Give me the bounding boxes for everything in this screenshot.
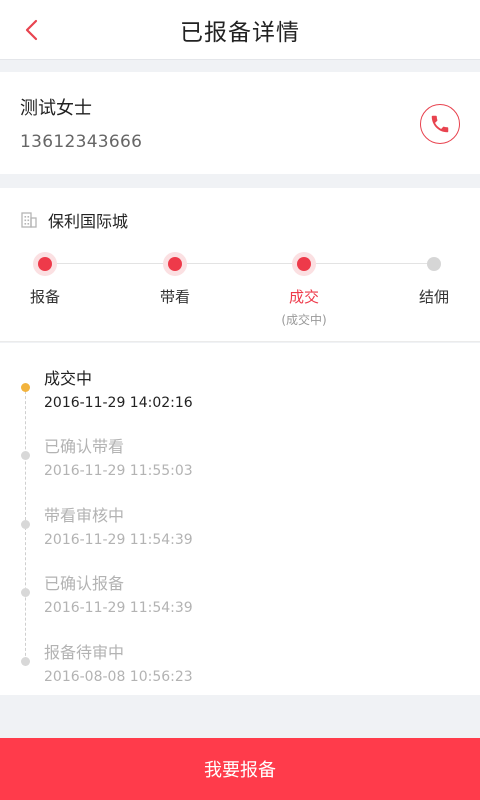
app-header: 已报备详情	[0, 0, 480, 60]
step-dot	[422, 252, 446, 276]
phone-icon	[431, 115, 449, 133]
report-button[interactable]: 我要报备	[0, 738, 480, 800]
timeline-title: 已确认带看	[44, 437, 125, 456]
call-button[interactable]	[420, 104, 460, 144]
status-timeline: 成交中 2016-11-29 14:02:16 已确认带看 2016-11-29…	[0, 343, 480, 695]
timeline-item: 成交中 2016-11-29 14:02:16	[0, 343, 480, 411]
step-label: 成交	[288, 288, 319, 306]
progress-card: 保利国际城 报备 带看 成交 (成交中) 结佣	[0, 188, 480, 342]
back-button[interactable]	[14, 12, 50, 48]
contact-phone: 13612343666	[20, 132, 143, 152]
step-chengjiao: 成交 (成交中)	[259, 252, 349, 328]
timeline-item: 已确认带看 2016-11-29 11:55:03	[0, 411, 480, 479]
step-daikan: 带看	[130, 252, 220, 307]
timeline-item: 报备待审中 2016-08-08 10:56:23	[0, 617, 480, 685]
step-jieyong: 结佣	[389, 252, 479, 307]
timeline-time: 2016-11-29 11:54:39	[44, 600, 193, 616]
timeline-time: 2016-11-29 11:54:39	[44, 532, 193, 548]
timeline-title: 报备待审中	[44, 643, 125, 662]
project-name: 保利国际城	[48, 212, 129, 231]
page-title: 已报备详情	[180, 19, 300, 46]
contact-name: 测试女士	[20, 98, 92, 119]
progress-track	[45, 263, 435, 264]
timeline-dot	[21, 383, 30, 392]
step-dot	[163, 252, 187, 276]
step-dot	[33, 252, 57, 276]
project-row: 保利国际城	[20, 208, 128, 232]
timeline-dot	[21, 657, 30, 666]
timeline-title: 已确认报备	[44, 574, 125, 593]
chevron-left-icon	[25, 19, 38, 41]
timeline-time: 2016-11-29 11:55:03	[44, 463, 193, 479]
step-label: 带看	[159, 288, 190, 306]
step-label: 报备	[29, 288, 60, 306]
step-dot	[292, 252, 316, 276]
timeline-dot	[21, 520, 30, 529]
timeline-time: 2016-08-08 10:56:23	[44, 669, 193, 685]
timeline-dot	[21, 588, 30, 597]
timeline-item: 带看审核中 2016-11-29 11:54:39	[0, 480, 480, 548]
step-label: 结佣	[418, 288, 449, 306]
timeline-title: 成交中	[44, 369, 93, 388]
timeline-time: 2016-11-29 14:02:16	[44, 395, 193, 411]
timeline-title: 带看审核中	[44, 506, 125, 525]
step-baobei: 报备	[0, 252, 90, 307]
contact-card: 测试女士 13612343666	[0, 72, 480, 174]
timeline-dot	[21, 451, 30, 460]
timeline-item: 已确认报备 2016-11-29 11:54:39	[0, 548, 480, 616]
step-sublabel: (成交中)	[281, 313, 327, 327]
building-icon	[21, 212, 37, 228]
